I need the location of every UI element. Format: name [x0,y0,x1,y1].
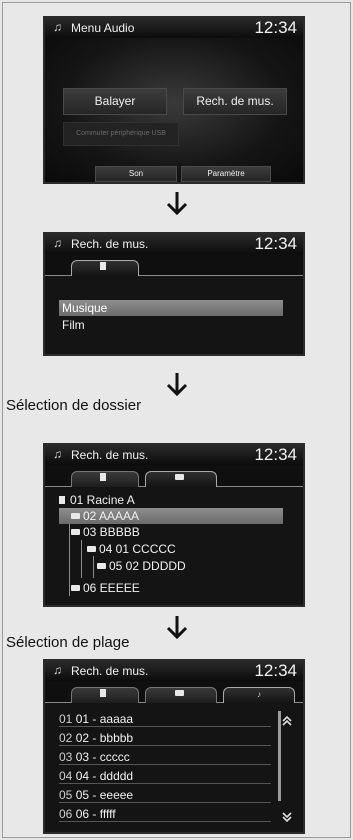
arrow-down-icon [166,616,188,640]
tree-item-label: 03 BBBBB [83,525,140,539]
music-note-icon: ♫ [53,663,62,677]
music-note-icon: ♫ [53,447,62,461]
track-number: 06 [59,807,73,821]
tree-item[interactable]: 06 EEEEE [71,580,271,596]
screen-title: Menu Audio [71,21,135,35]
section-label-folder: Sélection de dossier [6,397,142,414]
tree-line [93,556,94,578]
track-number: 05 [59,788,73,802]
scroll-thumb [278,711,281,801]
disc-icon [59,496,65,504]
clock: 12:34 [254,661,297,680]
track-row[interactable]: 05 05 - eeeee [59,787,271,803]
usb-switch-button[interactable]: Commuter périphérique USB [63,122,179,146]
arrow-down-icon [166,373,188,397]
son-button[interactable]: Son [95,166,177,182]
clock: 12:34 [254,445,297,464]
screen-title: Rech. de mus. [71,664,149,678]
clock: 12:34 [254,18,297,37]
track-row[interactable]: 03 03 - ccccc [59,749,271,765]
section-label-track: Sélection de plage [6,634,130,651]
track-name: fffff [99,807,116,821]
tree-item-label: 01 Racine A [70,493,135,507]
track-index: 06 [75,807,90,821]
tree-item-label: 04 01 CCCCC [99,542,176,556]
scroll-up-icon [282,719,292,726]
disc-icon [99,473,106,481]
folder-icon [71,529,80,535]
track-row[interactable]: 01 01 - aaaaa [59,711,271,727]
folder-icon [87,546,96,552]
track-row[interactable]: 02 02 - bbbbb [59,730,271,746]
balayer-button[interactable]: Balayer [63,88,167,115]
arrow-down-icon [166,192,188,216]
track-name: bbbbb [99,731,134,745]
parametre-button[interactable]: Paramètre [181,166,271,182]
tree-item-label: 05 02 DDDDD [109,559,186,573]
track-select-screen: ♫ Rech. de mus. 12:34 ♪ 01 01 - aaaaa 02… [43,659,305,834]
scroll-down-icon [282,812,292,819]
disc-icon [99,262,106,270]
tab-source[interactable] [71,471,139,487]
screen-title: Rech. de mus. [71,448,149,462]
folder-select-screen: ♫ Rech. de mus. 12:34 01 Racine A 02 AAA… [43,443,305,607]
tab-folder[interactable] [145,687,217,703]
status-bar: ♫ Rech. de mus. 12:34 [45,445,303,465]
track-number: 02 [59,731,73,745]
tab-strip: ♪ [45,681,303,703]
status-bar: ♫ Menu Audio 12:34 [45,18,303,38]
track-index: 05 [75,788,90,802]
tab-strip [45,465,303,487]
folder-icon [71,585,80,591]
track-index: 02 [75,731,90,745]
tree-item-root[interactable]: 01 Racine A [59,492,269,508]
track-row[interactable]: 06 06 - fffff [59,806,271,822]
tree-item-label: 02 AAAAA [83,509,140,523]
disc-icon [99,689,106,697]
status-bar: ♫ Rech. de mus. 12:34 [45,661,303,681]
track-index: 03 [75,750,90,764]
scrollbar[interactable] [277,711,297,829]
folder-icon [175,474,184,480]
track-name: ccccc [99,750,130,764]
rech-de-mus-button[interactable]: Rech. de mus. [183,88,287,115]
tab-strip [45,254,303,276]
music-search-screen: ♫ Rech. de mus. 12:34 Musique Film [43,232,305,356]
tree-item[interactable]: 04 01 CCCCC [87,541,277,557]
audio-menu-screen: ♫ Menu Audio 12:34 Balayer Rech. de mus.… [43,16,305,184]
track-index: 01 [75,712,90,726]
track-row[interactable]: 04 04 - ddddd [59,768,271,784]
track-number: 04 [59,769,73,783]
tree-item-label: 06 EEEEE [83,581,140,595]
status-bar: ♫ Rech. de mus. 12:34 [45,234,303,254]
list-item-film[interactable]: Film [59,317,283,333]
folder-icon [71,513,80,519]
tree-line [81,540,82,578]
screen-title: Rech. de mus. [71,237,149,251]
music-note-icon: ♫ [53,20,62,34]
track-index: 04 [75,769,90,783]
track-name: ddddd [99,769,134,783]
folder-icon [175,690,184,696]
music-note-icon: ♪ [257,690,261,699]
music-note-icon: ♫ [53,236,62,250]
track-name: eeeee [99,788,134,802]
tree-item[interactable]: 03 BBBBB [71,524,271,540]
tab-tracks[interactable]: ♪ [223,687,295,703]
tree-item-selected[interactable]: 02 AAAAA [59,508,283,524]
track-name: aaaaa [99,712,134,726]
clock: 12:34 [254,234,297,253]
track-number: 03 [59,750,73,764]
track-number: 01 [59,712,73,726]
list-item-musique[interactable]: Musique [59,300,283,316]
tree-item[interactable]: 05 02 DDDDD [97,558,287,574]
tab-source[interactable] [71,260,139,276]
folder-icon [97,563,106,569]
tab-source[interactable] [71,687,139,703]
tab-folder[interactable] [145,471,217,487]
